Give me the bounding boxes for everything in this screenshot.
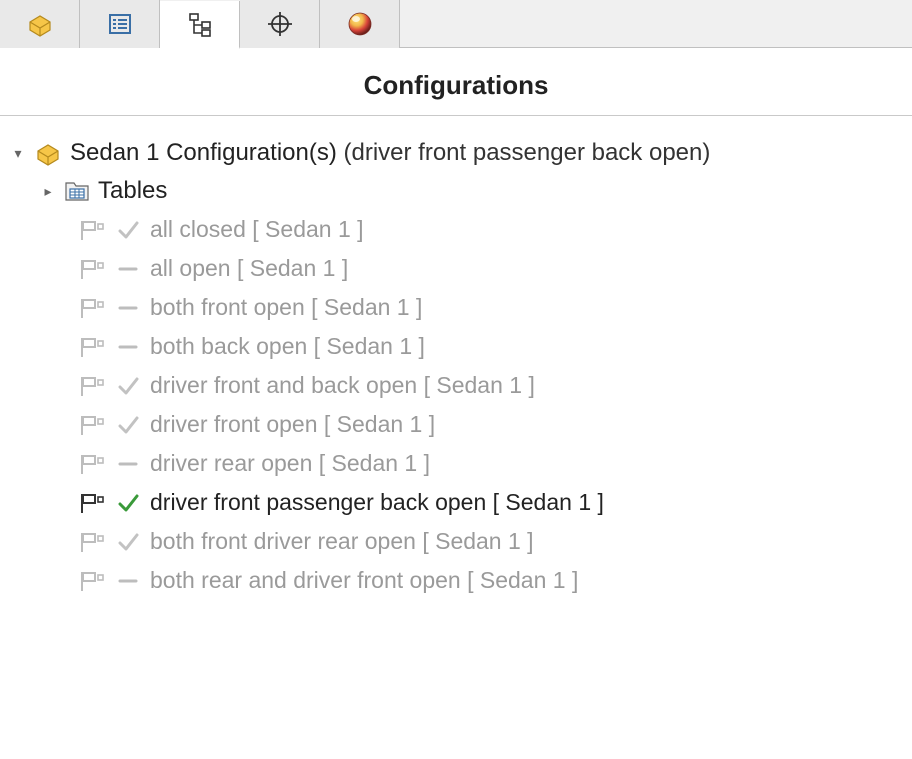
config-tree-icon <box>186 10 214 38</box>
config-label: both front open [ Sedan 1 ] <box>150 294 422 321</box>
configs-list: all closed [ Sedan 1 ] all open [ Sedan … <box>10 210 902 600</box>
block-icon <box>26 10 54 38</box>
block-icon <box>34 139 62 167</box>
config-item[interactable]: both front open [ Sedan 1 ] <box>78 288 902 327</box>
tab-dimxpert[interactable] <box>240 0 320 48</box>
check-icon <box>116 414 140 436</box>
flag-icon <box>78 374 106 398</box>
config-item[interactable]: all open [ Sedan 1 ] <box>78 249 902 288</box>
dash-icon <box>116 570 140 592</box>
config-label: driver front and back open [ Sedan 1 ] <box>150 372 535 399</box>
flag-icon <box>78 530 106 554</box>
dash-icon <box>116 336 140 358</box>
config-label: driver front passenger back open [ Sedan… <box>150 489 604 516</box>
tab-appearances[interactable] <box>320 0 400 48</box>
check-icon <box>116 531 140 553</box>
tables-row[interactable]: ▸ Tables <box>10 172 902 210</box>
config-label: all closed [ Sedan 1 ] <box>150 216 364 243</box>
tab-configurations[interactable] <box>160 1 240 49</box>
config-item[interactable]: driver rear open [ Sedan 1 ] <box>78 444 902 483</box>
dash-icon <box>116 258 140 280</box>
flag-icon <box>78 296 106 320</box>
check-icon <box>116 375 140 397</box>
flag-icon <box>78 413 106 437</box>
flag-icon <box>78 452 106 476</box>
config-item[interactable]: both back open [ Sedan 1 ] <box>78 327 902 366</box>
root-active-suffix: (driver front passenger back open) <box>337 139 711 166</box>
flag-icon <box>78 218 106 242</box>
tab-bar <box>0 0 912 48</box>
panel-title: Configurations <box>0 48 912 116</box>
config-label: driver front open [ Sedan 1 ] <box>150 411 435 438</box>
config-label: both back open [ Sedan 1 ] <box>150 333 425 360</box>
target-icon <box>266 10 294 38</box>
config-item[interactable]: all closed [ Sedan 1 ] <box>78 210 902 249</box>
config-label: both rear and driver front open [ Sedan … <box>150 567 578 594</box>
check-icon <box>116 219 140 241</box>
flag-icon <box>78 491 106 515</box>
dash-icon <box>116 297 140 319</box>
flag-icon <box>78 569 106 593</box>
tab-features[interactable] <box>0 0 80 48</box>
config-label: both front driver rear open [ Sedan 1 ] <box>150 528 534 555</box>
config-item[interactable]: both front driver rear open [ Sedan 1 ] <box>78 522 902 561</box>
expander-icon[interactable]: ▸ <box>40 183 56 200</box>
config-label: all open [ Sedan 1 ] <box>150 255 348 282</box>
tables-folder-icon <box>64 178 90 204</box>
check-icon <box>116 492 140 514</box>
dash-icon <box>116 453 140 475</box>
flag-icon <box>78 335 106 359</box>
expander-icon[interactable]: ▾ <box>10 145 26 162</box>
config-tree: ▾ Sedan 1 Configuration(s) (driver front… <box>0 116 912 620</box>
root-name: Sedan 1 Configuration(s) <box>70 139 337 166</box>
tree-root-row[interactable]: ▾ Sedan 1 Configuration(s) (driver front… <box>10 134 902 172</box>
sphere-icon <box>346 10 374 38</box>
config-label: driver rear open [ Sedan 1 ] <box>150 450 430 477</box>
config-item[interactable]: driver front open [ Sedan 1 ] <box>78 405 902 444</box>
list-icon <box>106 10 134 38</box>
config-item[interactable]: driver front passenger back open [ Sedan… <box>78 483 902 522</box>
config-item[interactable]: both rear and driver front open [ Sedan … <box>78 561 902 600</box>
tab-properties[interactable] <box>80 0 160 48</box>
tables-label: Tables <box>98 177 167 205</box>
flag-icon <box>78 257 106 281</box>
config-item[interactable]: driver front and back open [ Sedan 1 ] <box>78 366 902 405</box>
